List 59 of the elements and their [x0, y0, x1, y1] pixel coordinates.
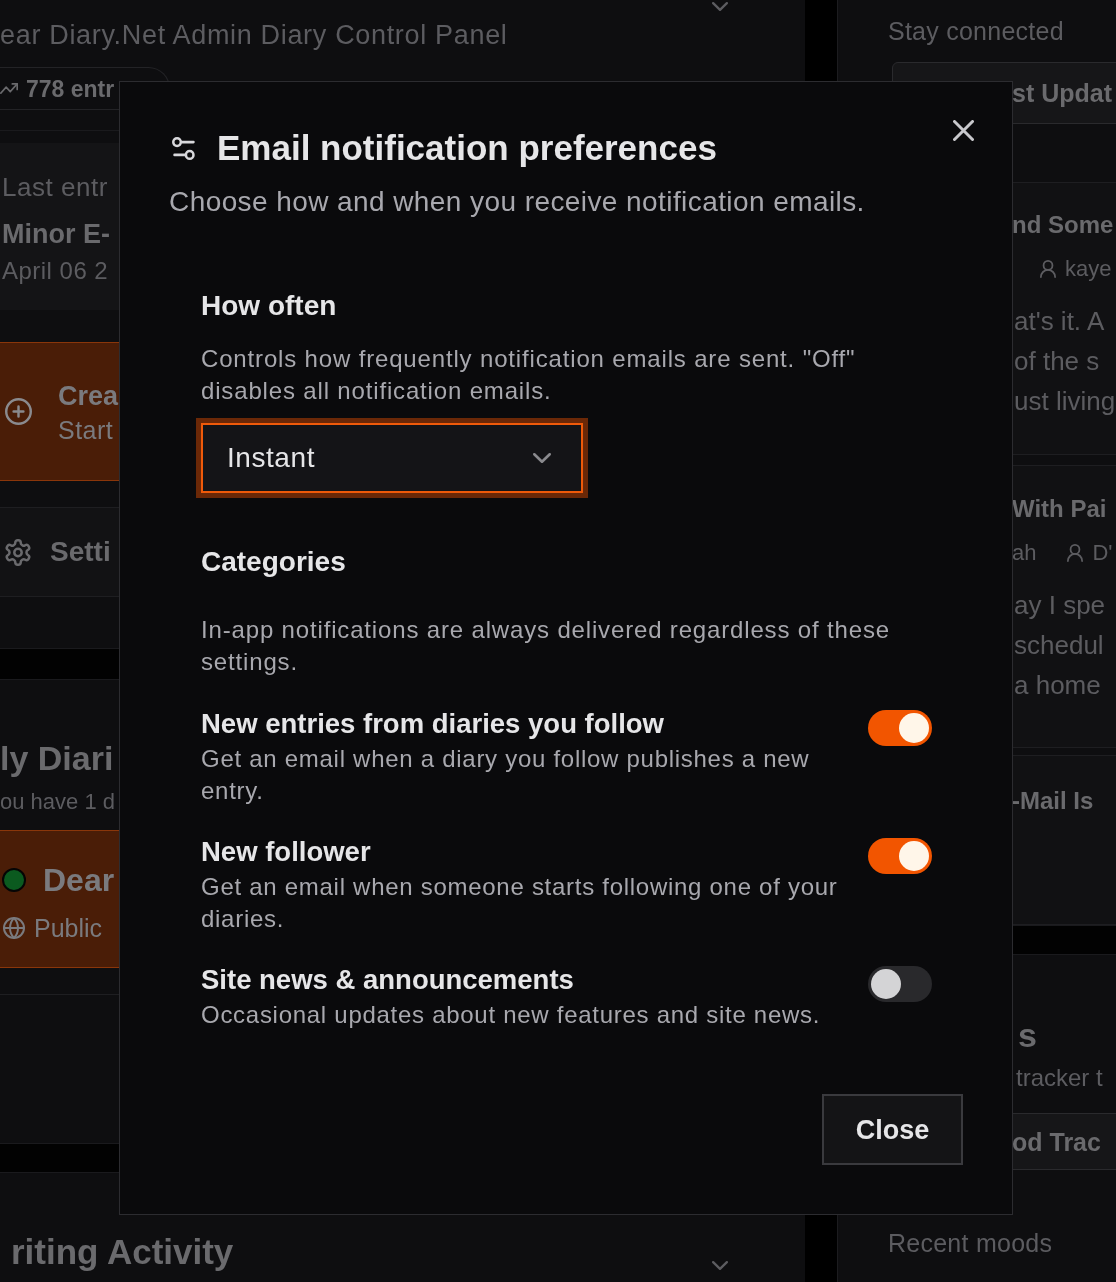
- post-card[interactable]: With Pai ah D' ay I spe schedul a home: [1012, 465, 1116, 748]
- section-subtitle: tracker t: [1016, 1064, 1103, 1092]
- option-description: Get an email when someone starts following one of your diaries.: [201, 872, 839, 934]
- create-entry-title: Crea: [58, 379, 119, 412]
- help-text: In-app notifications are always delivered regardless of these settings.: [201, 615, 891, 677]
- section-label: Recent moods: [888, 1229, 1053, 1257]
- sliders-icon: [172, 136, 196, 160]
- create-entry-subtitle: Start: [58, 415, 114, 444]
- user-icon: [1067, 544, 1084, 562]
- diary-name: Dear: [43, 861, 115, 900]
- section-heading: Categories: [201, 546, 346, 578]
- chevron-down-icon: [533, 453, 551, 463]
- gear-icon: [5, 538, 31, 566]
- dialog-title: Email notification preferences: [217, 128, 717, 168]
- diary-card[interactable]: Dear Public: [0, 830, 119, 968]
- post-card[interactable]: -Mail Is: [1012, 755, 1116, 925]
- last-entry-title: Minor E-: [2, 218, 110, 250]
- chevron-down-icon[interactable]: [712, 1261, 728, 1270]
- toggle-switch[interactable]: [868, 838, 932, 874]
- post-card[interactable]: nd Some kaye at's it. A of the s ust living: [1012, 182, 1116, 455]
- dialog-description: Choose how and when you receive notification emails.: [169, 186, 865, 218]
- trend-up-icon: [0, 83, 18, 94]
- plus-circle-icon: [5, 398, 32, 425]
- post-author: kaye: [1065, 255, 1112, 283]
- create-entry-card[interactable]: Crea Start: [0, 342, 119, 481]
- user-icon: [1040, 260, 1056, 278]
- last-entry-card[interactable]: Last entr Minor E- April 06 2: [0, 143, 119, 310]
- option-title: Site news & announcements: [201, 964, 574, 996]
- close-button[interactable]: Close: [822, 1094, 963, 1165]
- post-author: D': [1092, 539, 1113, 567]
- section-heading: How often: [201, 290, 337, 322]
- close-icon[interactable]: [953, 120, 974, 141]
- visibility-label: Public: [34, 914, 103, 942]
- option-description: Get an email when a diary you follow publishes a new entry.: [201, 744, 811, 806]
- toggle-switch[interactable]: [868, 966, 932, 1002]
- mood-tracker-button[interactable]: od Trac: [1012, 1113, 1116, 1170]
- section-subtitle: ou have 1 d: [0, 788, 115, 816]
- section-subtitle: Stay connected: [888, 17, 1064, 45]
- last-entry-label: Last entr: [2, 171, 108, 203]
- post-title: -Mail Is: [1012, 786, 1094, 816]
- option-title: New entries from diaries you follow: [201, 708, 664, 740]
- section-heading: ly Diari: [0, 738, 114, 778]
- post-excerpt: ay I spe schedul a home: [1014, 589, 1106, 702]
- post-title: With Pai: [1012, 494, 1107, 524]
- post-title: nd Some: [1012, 210, 1114, 240]
- chevron-down-icon[interactable]: [712, 2, 728, 11]
- help-text: Controls how frequently notification emails are sent. "Off" disables all notification emails.: [201, 344, 857, 406]
- stat-label: 778 entr: [26, 74, 115, 103]
- toggle-switch[interactable]: [868, 710, 932, 746]
- section-heading: s: [1018, 1015, 1037, 1055]
- globe-icon: [3, 917, 25, 939]
- settings-link[interactable]: Setti: [0, 507, 119, 597]
- option-title: New follower: [201, 836, 371, 868]
- diary-subtitle: ear Diary.Net Admin Diary Control Panel: [0, 19, 508, 51]
- post-meta: ah: [1012, 539, 1037, 567]
- section-heading: riting Activity: [10, 1232, 234, 1272]
- last-entry-date: April 06 2: [2, 257, 109, 285]
- option-description: Occasional updates about new features and site news.: [201, 1000, 821, 1030]
- post-excerpt: at's it. A of the s ust living: [1014, 305, 1116, 418]
